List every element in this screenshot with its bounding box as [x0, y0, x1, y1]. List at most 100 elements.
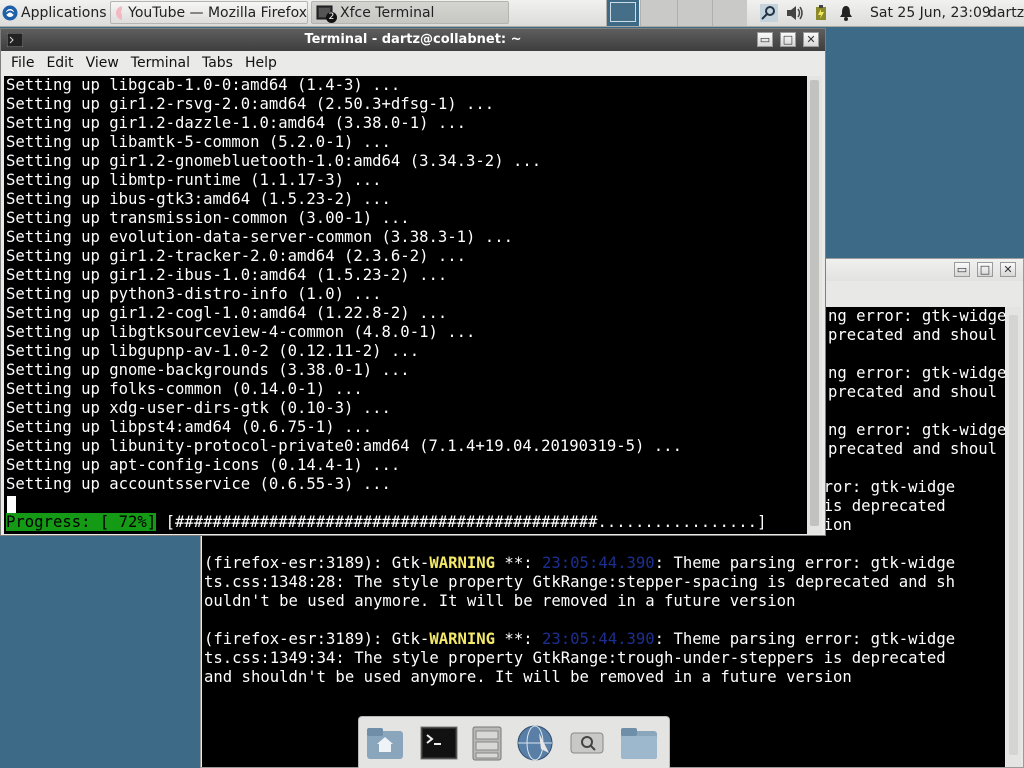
- terminal-lines: Setting up libgcab-1.0-0:amd64 (1.4-3) .…: [4, 76, 807, 494]
- workspace-1[interactable]: [606, 0, 639, 26]
- apt-progress: Progress: [ 72%] [######################…: [6, 513, 766, 532]
- terminal-line: Setting up evolution-data-server-common …: [6, 228, 513, 246]
- power-tray[interactable]: [812, 0, 830, 26]
- clock-text: Sat 25 Jun, 23:09: [870, 5, 991, 21]
- terminal-window[interactable]: Terminal - dartz@collabnet: ~ ▭ □ ✕ File…: [0, 28, 826, 536]
- maximize-button[interactable]: □: [780, 32, 796, 47]
- volume-icon: [787, 6, 803, 20]
- close-button[interactable]: ✕: [803, 32, 819, 47]
- log-text: (firefox-esr:3189): Gtk-: [204, 630, 430, 648]
- back-scrollbar[interactable]: [1006, 307, 1021, 767]
- terminal-line: Setting up libmtp-runtime (1.1.17-3) ...: [6, 171, 382, 189]
- search-icon: [570, 732, 604, 754]
- text-cursor: [7, 496, 16, 513]
- terminal-launcher[interactable]: [419, 723, 459, 763]
- task-firefox-label: YouTube — Mozilla Firefox: [128, 4, 307, 21]
- workspace-2[interactable]: [640, 0, 677, 26]
- menu-terminal[interactable]: Terminal: [131, 55, 190, 71]
- terminal-line: Setting up libgcab-1.0-0:amd64 (1.4-3) .…: [6, 76, 401, 94]
- terminal-line: Setting up libamtk-5-common (5.2.0-1) ..…: [6, 133, 391, 151]
- terminal-line: Setting up accountsservice (0.6.55-3) ..…: [6, 475, 391, 493]
- terminal-line: Setting up libpst4:amd64 (0.6.75-1) ...: [6, 418, 373, 436]
- terminal-line: Setting up libgtksourceview-4-common (4.…: [6, 323, 476, 341]
- menu-view[interactable]: View: [86, 55, 119, 71]
- warning-text: WARNING: [429, 630, 496, 648]
- search-icon: [760, 4, 778, 22]
- firefox-icon: [116, 5, 123, 20]
- home-folder-launcher[interactable]: [365, 723, 405, 763]
- terminal-line: (firefox-esr:3189): Gtk-WARNING **: 23:0…: [202, 554, 1005, 573]
- warning-text: WARNING: [429, 554, 496, 572]
- applications-menu[interactable]: Applications: [2, 0, 107, 26]
- search-tray[interactable]: [760, 0, 778, 26]
- log-text: : Theme parsing error: gtk-widge: [654, 554, 956, 572]
- terminal-line: (firefox-esr:3189): Gtk-WARNING **: 23:0…: [202, 630, 1005, 649]
- user-name: dartz: [988, 5, 1024, 21]
- xfce-logo-icon: [2, 5, 18, 21]
- applications-label: Applications: [21, 5, 107, 21]
- menu-tabs[interactable]: Tabs: [202, 55, 233, 71]
- volume-tray[interactable]: [786, 0, 804, 26]
- terminal-line: Setting up gir1.2-rsvg-2.0:amd64 (2.50.3…: [6, 95, 495, 113]
- log-text: **:: [495, 554, 542, 572]
- terminal-line: Setting up python3-distro-info (1.0) ...: [6, 285, 382, 303]
- close-icon: ✕: [1003, 263, 1013, 276]
- task-terminal[interactable]: 2 Xfce Terminal: [311, 1, 509, 24]
- log-text: : Theme parsing error: gtk-widge: [654, 630, 956, 648]
- task-firefox[interactable]: YouTube — Mozilla Firefox: [110, 1, 308, 24]
- menu-edit[interactable]: Edit: [46, 55, 73, 71]
- home-folder-icon: [367, 728, 403, 759]
- terminal-line: ouldn't be used anymore. It will be remo…: [204, 592, 796, 610]
- terminal-line: Setting up folks-common (0.14.0-1) ...: [6, 380, 363, 398]
- clock[interactable]: Sat 25 Jun, 23:09: [870, 0, 991, 26]
- terminal-scrollbar-thumb[interactable]: [810, 80, 819, 526]
- back-minimize-button[interactable]: ▭: [954, 262, 970, 277]
- web-browser-launcher[interactable]: [515, 723, 555, 763]
- terminal-output[interactable]: Setting up libgcab-1.0-0:amd64 (1.4-3) .…: [4, 76, 807, 534]
- terminal-line: Setting up gir1.2-cogl-1.0:amd64 (1.22.8…: [6, 304, 448, 322]
- terminal-line: Setting up apt-config-icons (0.14.4-1) .…: [6, 456, 401, 474]
- bell-icon: [840, 6, 852, 21]
- progress-bar: [#######################################…: [165, 513, 767, 531]
- terminal-titlebar[interactable]: Terminal - dartz@collabnet: ~ ▭ □ ✕: [1, 29, 825, 51]
- window-title: Terminal - dartz@collabnet: ~: [304, 32, 522, 47]
- task-count-badge: 2: [326, 11, 337, 23]
- menu-help[interactable]: Help: [245, 55, 277, 71]
- terminal-line: and shouldn't be used anymore. It will b…: [204, 668, 852, 686]
- workspace-3[interactable]: [677, 0, 712, 26]
- terminal-line: Setting up gnome-backgrounds (3.38.0-1) …: [6, 361, 410, 379]
- back-close-button[interactable]: ✕: [1000, 262, 1016, 277]
- terminal-line: Setting up libgupnp-av-1.0-2 (0.12.11-2)…: [6, 342, 420, 360]
- timestamp: 23:05:44.390: [542, 554, 655, 572]
- terminal-group-icon: 2: [316, 4, 337, 23]
- back-maximize-button[interactable]: □: [977, 262, 993, 277]
- close-icon: ✕: [806, 33, 816, 46]
- web-browser-icon: [517, 725, 553, 761]
- battery-plug-icon: [816, 5, 826, 20]
- top-panel: Applications YouTube — Mozilla Firefox 2…: [0, 0, 1024, 27]
- menu-file[interactable]: File: [11, 55, 34, 71]
- minimize-icon: ▭: [759, 33, 771, 46]
- file-manager-launcher[interactable]: [467, 723, 507, 763]
- terminal-scrollbar[interactable]: [807, 76, 822, 534]
- maximize-icon: □: [979, 263, 991, 276]
- minimize-button[interactable]: ▭: [757, 32, 773, 47]
- notifications-tray[interactable]: [838, 0, 854, 26]
- progress-label: Progress: [ 72%]: [6, 513, 157, 531]
- back-scrollbar-thumb[interactable]: [1009, 315, 1018, 755]
- search-launcher[interactable]: [567, 723, 607, 763]
- terminal-line: ts.css:1349:34: The style property GtkRa…: [204, 649, 946, 667]
- terminal-line: Setting up gir1.2-tracker-2.0:amd64 (2.3…: [6, 247, 467, 265]
- task-terminal-label: Xfce Terminal: [340, 4, 435, 21]
- dock: [358, 716, 670, 768]
- terminal-line: Setting up xdg-user-dirs-gtk (0.10-3) ..…: [6, 399, 391, 417]
- user-menu[interactable]: dartz: [988, 0, 1024, 26]
- terminal-line: Setting up gir1.2-ibus-1.0:amd64 (1.5.23…: [6, 266, 448, 284]
- folder-launcher[interactable]: [619, 723, 659, 763]
- timestamp: 23:05:44.390: [542, 630, 655, 648]
- minimize-icon: ▭: [956, 263, 968, 276]
- terminal-line: Setting up gir1.2-gnomebluetooth-1.0:amd…: [6, 152, 542, 170]
- workspace-4[interactable]: [712, 0, 747, 26]
